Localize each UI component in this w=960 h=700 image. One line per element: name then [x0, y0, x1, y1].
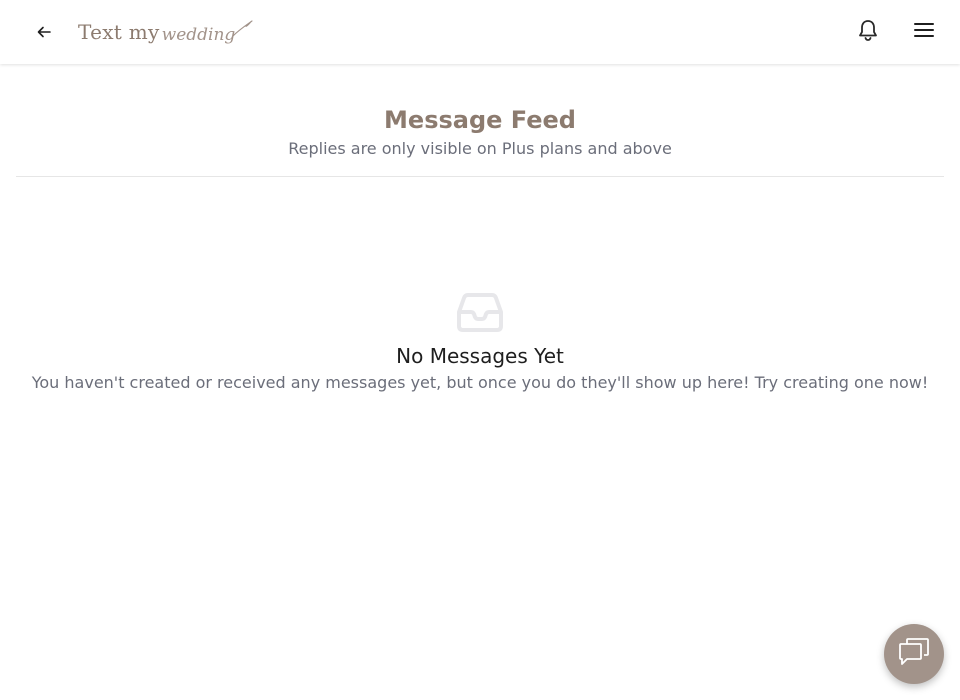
empty-state: No Messages Yet You haven't created or r…: [0, 290, 960, 394]
notifications-button[interactable]: [854, 18, 882, 46]
page-subtitle: Replies are only visible on Plus plans a…: [288, 139, 672, 158]
main-menu-button[interactable]: [910, 18, 938, 46]
page: Text my wedding Message Feed Replies are…: [0, 0, 960, 700]
logo-text: Text my: [78, 20, 160, 44]
empty-state-title: No Messages Yet: [396, 344, 564, 368]
logo-script-text: wedding: [161, 25, 236, 45]
inbox-icon: [456, 290, 504, 334]
empty-state-message: You haven't created or received any mess…: [31, 373, 929, 392]
brand-logo[interactable]: Text my wedding: [78, 14, 253, 50]
back-button[interactable]: [30, 18, 58, 46]
hamburger-menu-icon: [914, 22, 934, 42]
chat-widget-button[interactable]: [884, 624, 944, 684]
bell-icon: [857, 18, 879, 46]
top-navigation-bar: Text my wedding: [0, 0, 960, 64]
arrow-left-icon: [37, 23, 51, 42]
page-header: Message Feed Replies are only visible on…: [16, 64, 944, 177]
page-title: Message Feed: [384, 106, 576, 134]
chat-bubbles-icon: [898, 637, 930, 671]
